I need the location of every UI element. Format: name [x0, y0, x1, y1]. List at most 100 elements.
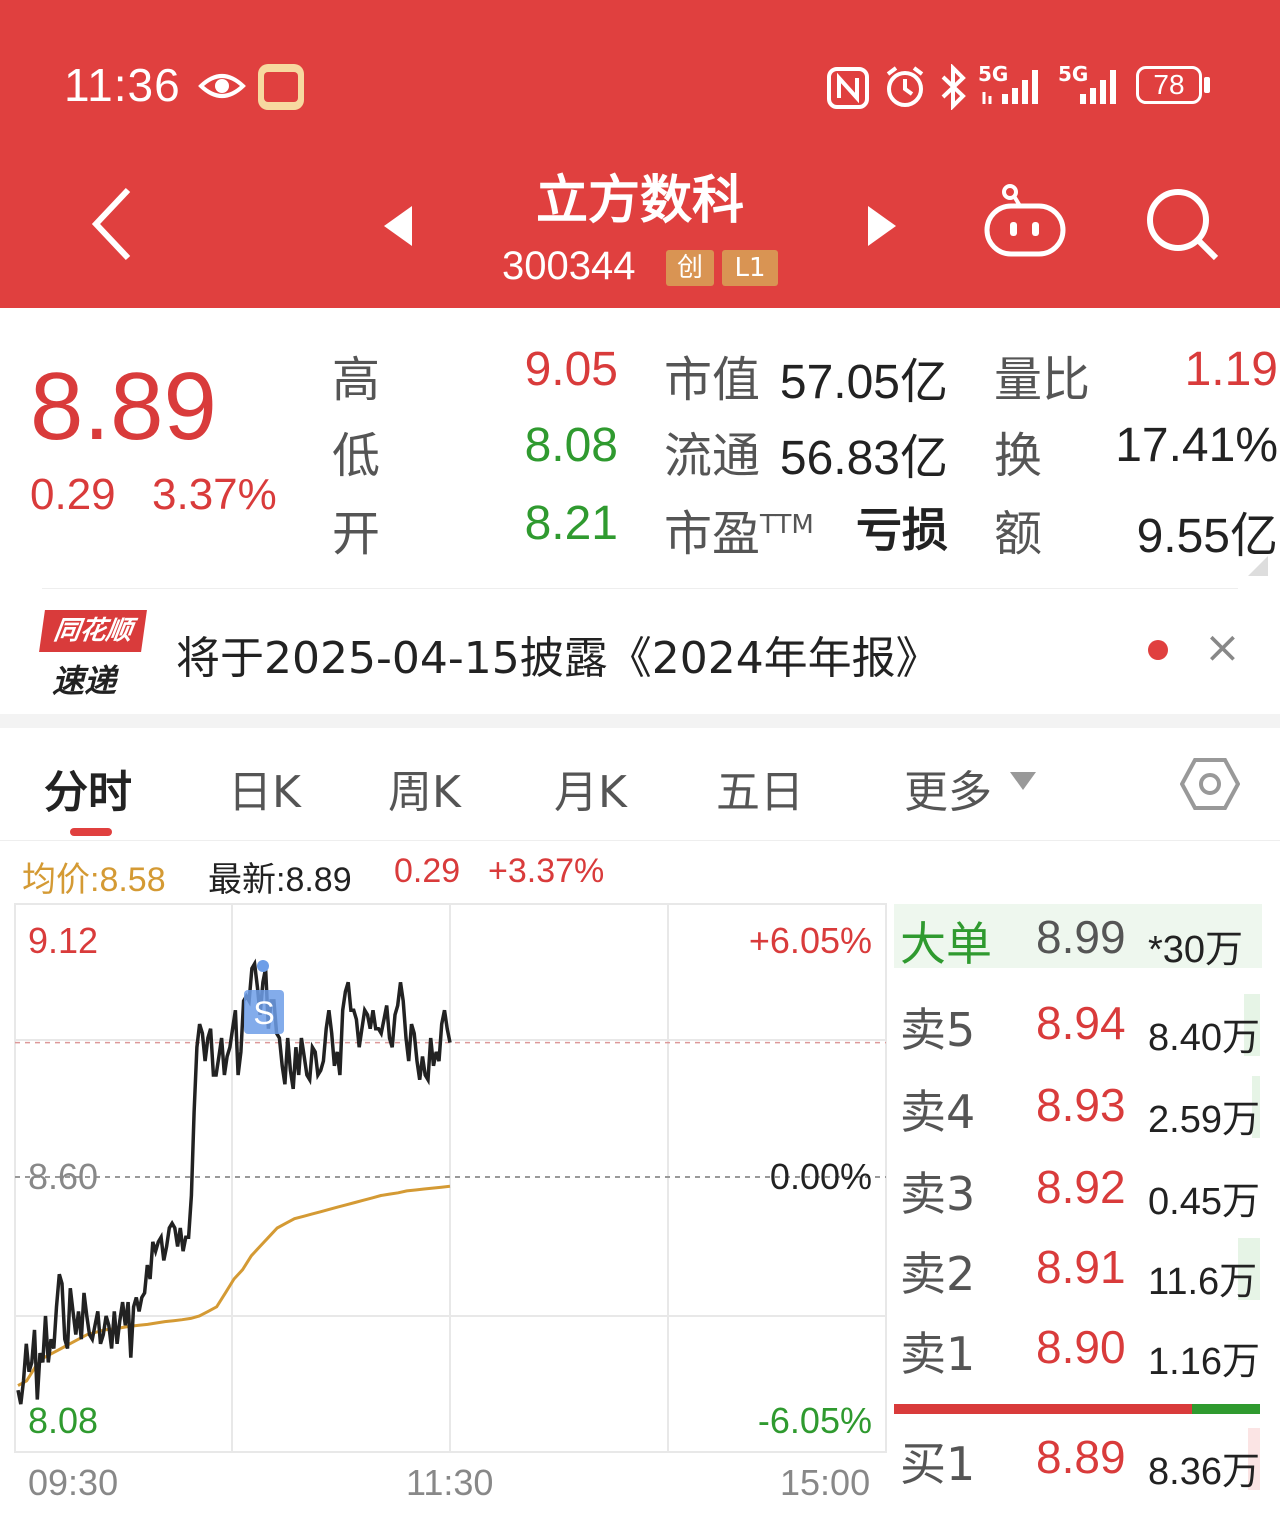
settings-hexagon-icon[interactable] — [1180, 754, 1240, 814]
legend-change: 0.29 — [394, 852, 461, 890]
signal2-icon — [1080, 70, 1116, 104]
ask3-label: 卖3 — [900, 1167, 976, 1221]
ask5-price: 8.94 — [1036, 997, 1126, 1049]
pe-value: 亏损 — [856, 503, 948, 557]
battery-indicator: 78 — [1136, 66, 1202, 104]
unread-dot — [1148, 640, 1168, 660]
nfc-icon — [827, 67, 869, 109]
level-tag: L1 — [722, 250, 778, 286]
pe-ttm-sup: TTM — [760, 510, 814, 540]
big-order-label: 大单 — [900, 917, 992, 971]
pct-min-label: -6.05% — [757, 1400, 872, 1441]
legend-change-pct: +3.37% — [488, 852, 605, 890]
ask2-price: 8.91 — [1036, 1241, 1126, 1293]
big-order-price: 8.99 — [1036, 911, 1126, 963]
x-end-label: 15:00 — [780, 1462, 871, 1503]
divider — [42, 588, 1238, 589]
avg-price-line — [17, 1184, 451, 1387]
ask5-label: 卖5 — [900, 1003, 976, 1057]
ask-row-2[interactable]: 卖2 8.91 11.6万 — [894, 1238, 1262, 1303]
alarm-icon — [886, 66, 924, 107]
ask-row-1[interactable]: 卖1 8.90 1.16万 — [894, 1318, 1262, 1383]
ask1-volume: 1.16万 — [1148, 1341, 1260, 1383]
pct-zero-label: 0.00% — [769, 1156, 872, 1197]
y-max-label: 9.12 — [28, 920, 99, 961]
news-text[interactable]: 将于2025-04-15披露《2024年年报》 — [176, 622, 940, 686]
news-logo: 同花顺 速递 — [39, 608, 147, 700]
ask3-volume: 0.45万 — [1148, 1181, 1260, 1223]
ask-row-5[interactable]: 卖5 8.94 8.40万 — [894, 994, 1262, 1059]
marker-label: S — [253, 995, 274, 1031]
low-label: 低 — [332, 428, 381, 484]
stock-code: 300344 — [502, 244, 636, 288]
price-change: 0.29 — [30, 470, 116, 519]
tabs-divider — [0, 840, 1280, 841]
board-tag: 创 — [666, 250, 714, 286]
tab-daily-k[interactable]: 日K — [228, 756, 301, 820]
news-logo-top: 同花顺 — [39, 610, 147, 652]
market-cap-value: 57.05亿 — [779, 356, 948, 409]
price-change-pct: 3.37% — [152, 470, 277, 519]
ask-row-4[interactable]: 卖4 8.93 2.59万 — [894, 1076, 1262, 1141]
news-close-icon[interactable]: × — [1204, 622, 1241, 673]
eye-icon — [198, 74, 246, 98]
bluetooth-icon — [941, 64, 966, 110]
sell-strength-bar — [1192, 1404, 1260, 1414]
app-notification-icon — [258, 64, 304, 110]
tab-more[interactable]: 更多 — [904, 756, 992, 820]
float-cap-value: 56.83亿 — [779, 432, 948, 485]
tab-intraday[interactable]: 分时 — [44, 756, 132, 820]
battery-tip — [1204, 77, 1210, 93]
signal1-icon — [982, 70, 1038, 104]
chevron-down-icon — [1010, 772, 1036, 790]
ask4-price: 8.93 — [1036, 1079, 1126, 1131]
pe-label-text: 市盈 — [664, 506, 761, 562]
amount-label: 额 — [994, 506, 1043, 562]
y-prev-close-label: 8.60 — [28, 1156, 99, 1197]
high-value: 9.05 — [524, 343, 618, 396]
ask5-volume: 8.40万 — [1148, 1017, 1260, 1059]
pct-max-label: +6.05% — [748, 920, 872, 961]
turnover-label: 换 — [994, 428, 1043, 484]
ask2-label: 卖2 — [900, 1247, 976, 1301]
ask3-price: 8.92 — [1036, 1161, 1126, 1213]
low-value: 8.08 — [524, 419, 618, 472]
ask4-volume: 2.59万 — [1148, 1099, 1260, 1141]
x-start-label: 09:30 — [28, 1462, 119, 1503]
app-header: 11:36 5G 5G 78 立方数科 300344 创 L1 — [0, 0, 1280, 308]
open-label: 开 — [332, 506, 381, 562]
tab-monthly-k[interactable]: 月K — [554, 756, 627, 820]
active-tab-indicator — [70, 828, 112, 836]
bid1-price: 8.89 — [1036, 1431, 1126, 1483]
turnover-value: 17.41% — [1115, 419, 1278, 472]
float-cap-label: 流通 — [664, 428, 761, 484]
ask1-label: 卖1 — [900, 1327, 976, 1381]
big-order-volume: *30万 — [1148, 929, 1244, 971]
x-mid-label: 11:30 — [406, 1462, 494, 1503]
ask-row-3[interactable]: 卖3 8.92 0.45万 — [894, 1158, 1262, 1223]
ask2-volume: 11.6万 — [1148, 1261, 1258, 1303]
y-min-label: 8.08 — [28, 1400, 99, 1441]
bid-row-1[interactable]: 买1 8.89 8.36万 — [894, 1428, 1262, 1493]
tab-five-day[interactable]: 五日 — [716, 756, 804, 820]
next-stock-icon[interactable] — [866, 204, 898, 248]
battery-level: 78 — [1153, 69, 1185, 100]
market-cap-label: 市值 — [664, 352, 761, 408]
open-value: 8.21 — [524, 497, 618, 550]
bid1-volume: 8.36万 — [1148, 1451, 1260, 1493]
current-price: 8.89 — [30, 353, 217, 460]
section-gap — [0, 714, 1280, 728]
tab-weekly-k[interactable]: 周K — [388, 756, 461, 820]
search-icon[interactable] — [1144, 186, 1220, 262]
status-time: 11:36 — [64, 59, 181, 111]
pe-label: 市盈TTM — [664, 494, 814, 564]
news-logo-bottom: 速递 — [52, 662, 117, 700]
volume-ratio-label: 量比 — [994, 352, 1091, 408]
high-label: 高 — [332, 352, 381, 408]
robot-assistant-icon[interactable] — [982, 182, 1068, 262]
ask1-price: 8.90 — [1036, 1321, 1126, 1373]
volume-ratio-value: 1.19 — [1184, 343, 1278, 396]
expand-corner-icon[interactable] — [1244, 556, 1268, 576]
ask4-label: 卖4 — [900, 1085, 976, 1139]
big-order-row[interactable]: 大单 8.99 *30万 — [894, 904, 1262, 971]
